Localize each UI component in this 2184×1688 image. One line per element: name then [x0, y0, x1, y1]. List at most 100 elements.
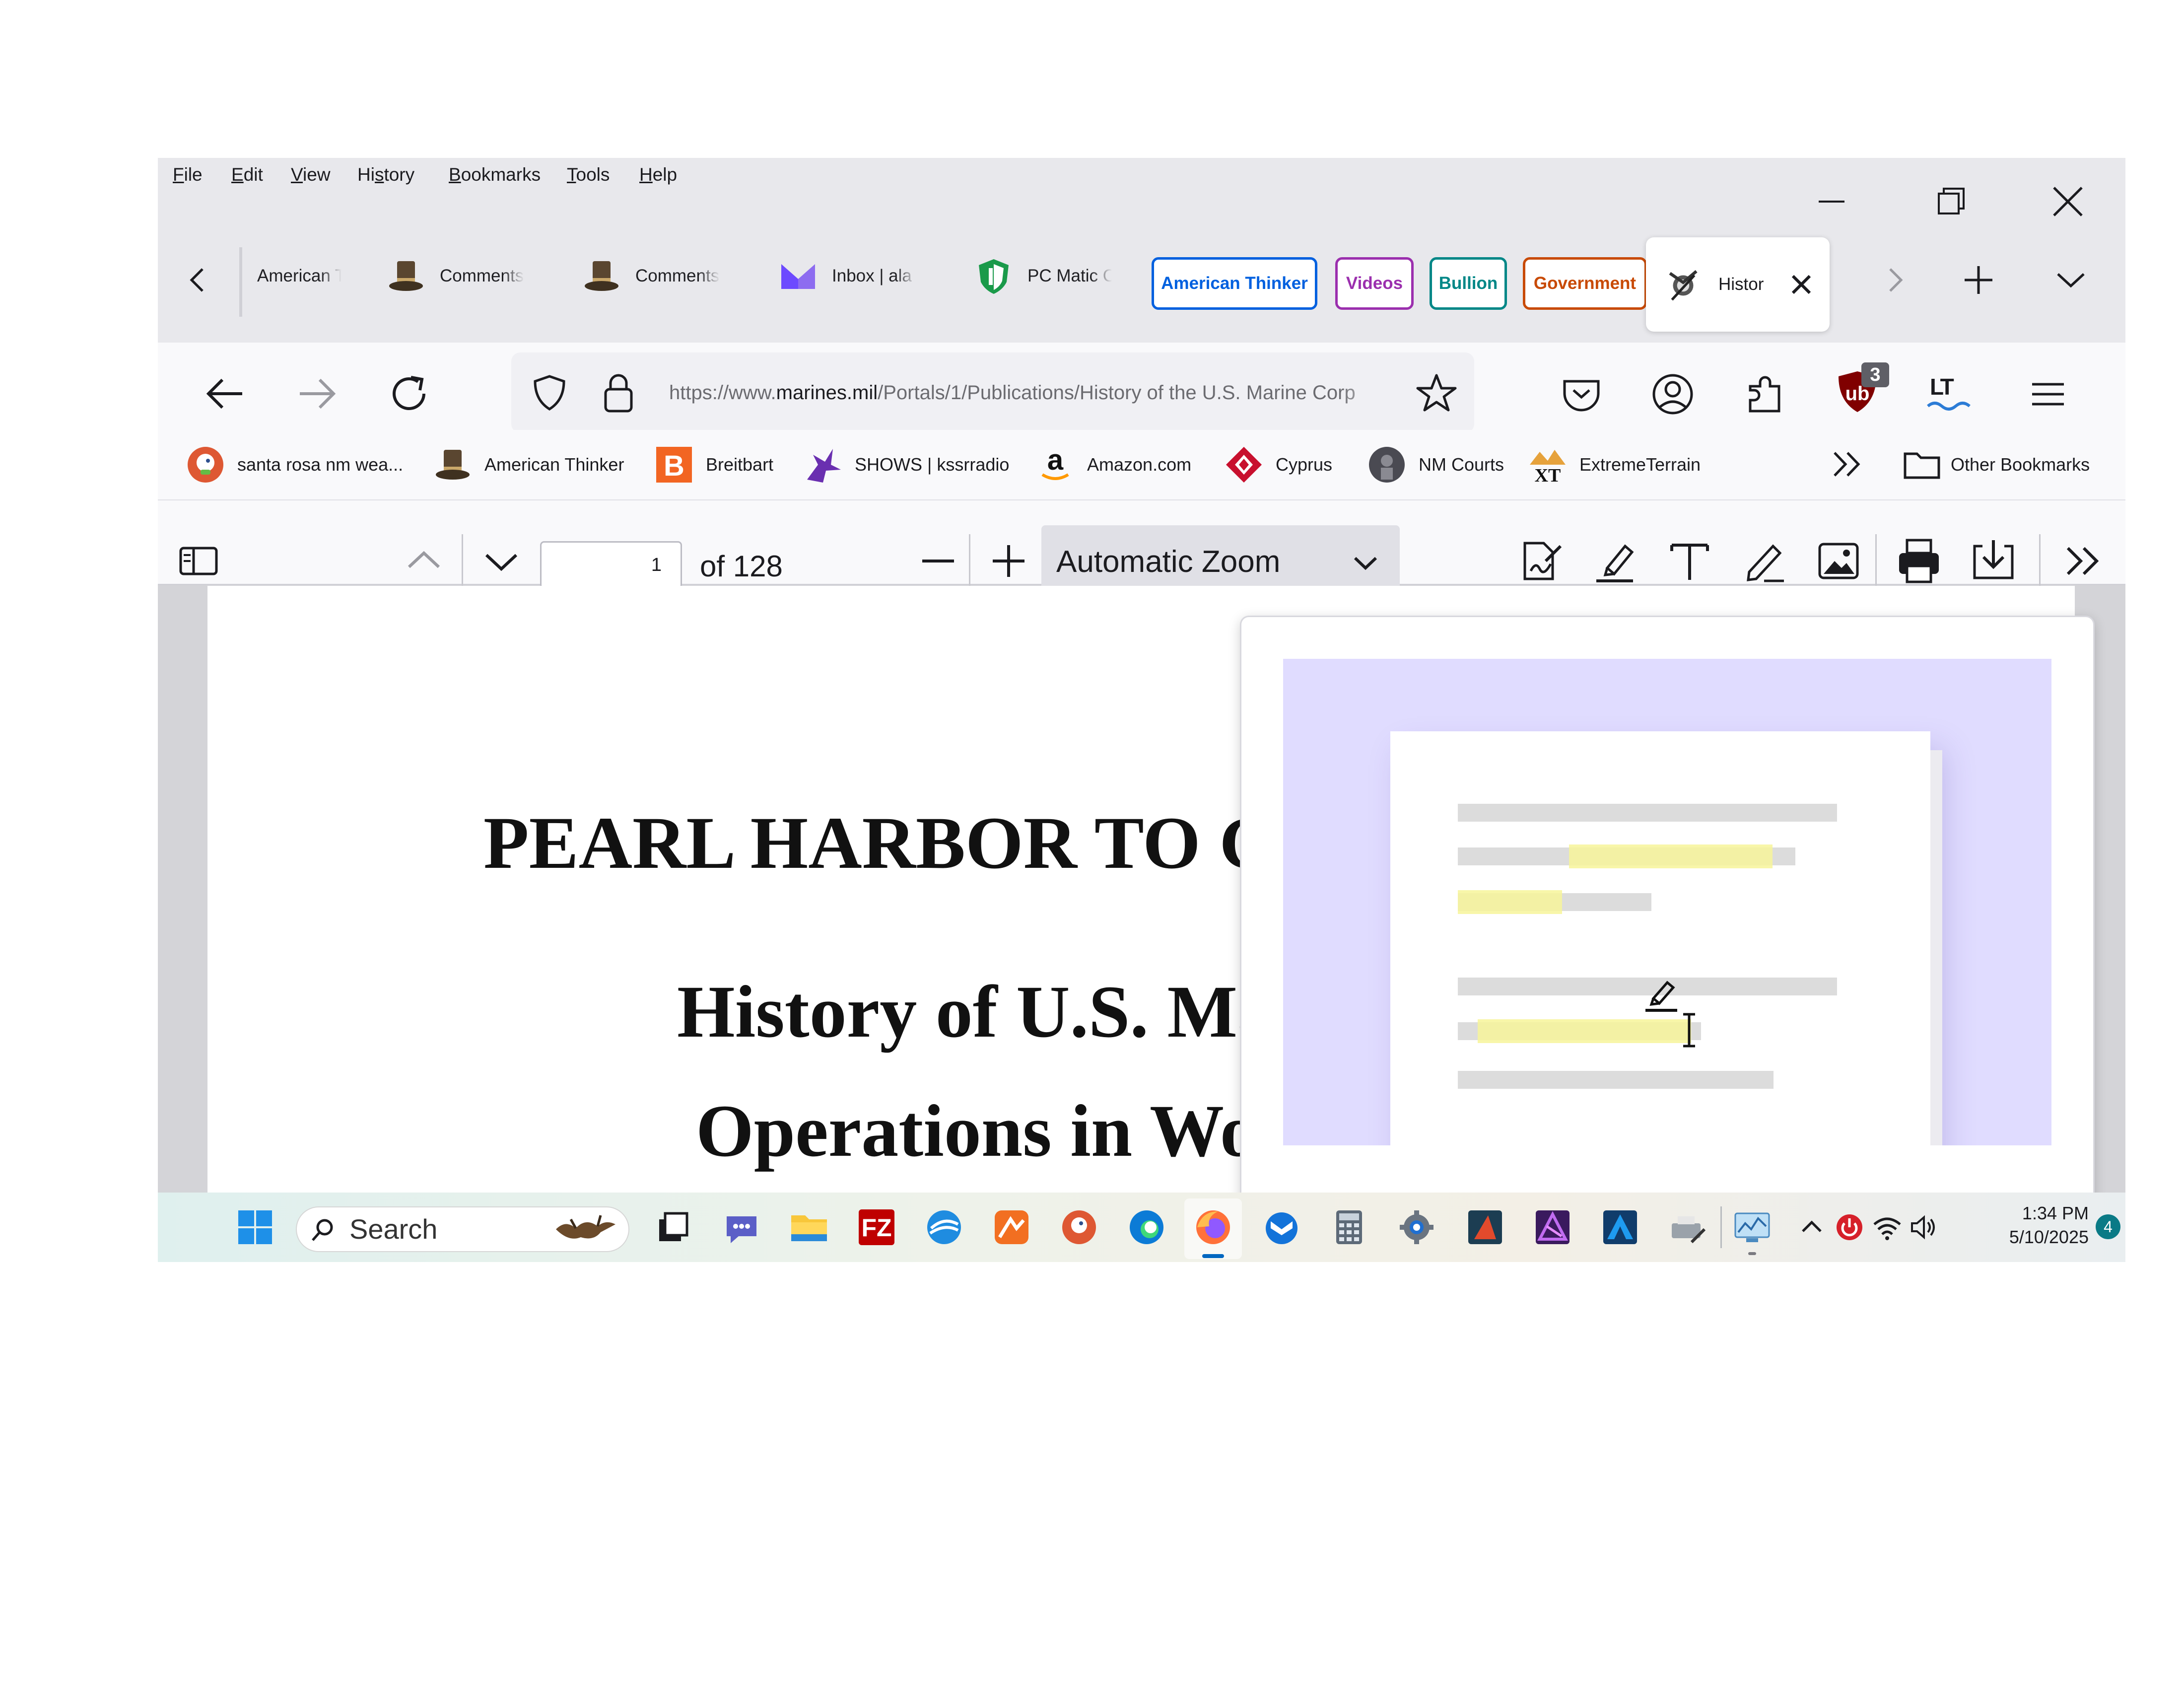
cyprus-icon [1226, 447, 1262, 483]
list-all-tabs-button[interactable] [2047, 256, 2095, 304]
bookmark-amazon[interactable]: a Amazon.com [1035, 430, 1191, 499]
illustration-text-line [1458, 1071, 1774, 1089]
bookmark-extremeterrain[interactable]: XT ExtremeTerrain [1528, 430, 1701, 499]
taskbar-printer-app[interactable] [1667, 1206, 1708, 1248]
close-tab-button[interactable] [1780, 263, 1823, 306]
lock-icon [604, 374, 633, 413]
tab-active-history[interactable]: Histor [1646, 237, 1830, 332]
menu-file[interactable]: File [173, 160, 203, 190]
tab-scroll-left-button[interactable] [178, 256, 217, 304]
add-signature-button[interactable] [1511, 531, 1570, 591]
close-window-button[interactable] [2038, 178, 2098, 225]
notification-count-badge[interactable]: 4 [2096, 1214, 2120, 1239]
tab-american-thinker[interactable]: American T [257, 252, 341, 300]
bookmark-label: NM Courts [1419, 454, 1504, 475]
app-menu-button[interactable] [2022, 368, 2074, 420]
page-number-input[interactable]: 1 [540, 541, 682, 589]
tab-group-videos[interactable]: Videos [1335, 257, 1414, 310]
show-hidden-icons-button[interactable] [1796, 1211, 1828, 1243]
zoom-out-button[interactable] [912, 535, 964, 587]
taskbar-duckduckgo[interactable] [1058, 1206, 1100, 1248]
taskbar-file-explorer[interactable] [788, 1206, 830, 1248]
taskbar-settings[interactable] [1396, 1206, 1437, 1248]
bookmark-label: ExtremeTerrain [1579, 454, 1701, 475]
bookmark-breitbart[interactable]: B Breitbart [654, 430, 773, 499]
forward-button[interactable] [290, 366, 344, 421]
taskbar-calculator[interactable] [1328, 1206, 1370, 1248]
taskbar-thunderbird[interactable] [1261, 1206, 1302, 1248]
print-button[interactable] [1889, 531, 1949, 591]
taskbar-search[interactable]: Search [296, 1206, 629, 1252]
tab-comments-1[interactable]: Comments [386, 252, 524, 300]
minimize-button[interactable] [1802, 178, 1861, 225]
taskbar-affinity-photo[interactable] [1532, 1206, 1573, 1248]
bookmark-nm-courts[interactable]: NM Courts [1367, 430, 1504, 499]
back-button[interactable] [198, 366, 252, 421]
affinity-photo-icon [1536, 1210, 1570, 1244]
task-view-button[interactable] [652, 1206, 694, 1248]
pocket-button[interactable] [1556, 368, 1607, 420]
menu-tools[interactable]: Tools [567, 160, 610, 190]
taskbar-resource-monitor[interactable] [1731, 1206, 1773, 1248]
task-view-icon [659, 1212, 688, 1241]
reload-button[interactable] [382, 366, 437, 421]
extensions-button[interactable] [1739, 368, 1791, 420]
tools-overflow-button[interactable] [2053, 531, 2113, 591]
start-button[interactable] [234, 1206, 276, 1248]
menu-edit[interactable]: Edit [231, 160, 263, 190]
draw-button[interactable] [1734, 531, 1794, 591]
hamburger-menu-icon [2032, 383, 2064, 406]
ublock-origin-button[interactable]: ub 3 [1832, 356, 1896, 421]
taskbar-app-blue-swirl[interactable] [923, 1206, 965, 1248]
url-bar[interactable]: https://www.marines.mil/Portals/1/Public… [511, 352, 1474, 433]
taskbar-chat[interactable] [721, 1206, 762, 1248]
tab-label: Histor [1718, 275, 1764, 294]
kssr-icon [807, 449, 841, 483]
bookmarks-overflow-button[interactable] [1825, 442, 1869, 487]
bookmark-santa-rosa-weather[interactable]: santa rosa nm wea... [186, 430, 403, 499]
taskbar-filezilla[interactable]: FZ [856, 1206, 897, 1248]
tab-comments-2[interactable]: Comments [582, 252, 720, 300]
chevron-right-icon [1889, 268, 1903, 292]
tray-pc-matic[interactable] [1834, 1211, 1865, 1243]
add-image-button[interactable] [1809, 531, 1868, 591]
languagetool-button[interactable]: LT [1922, 368, 1977, 420]
previous-page-button[interactable] [398, 535, 450, 587]
other-bookmarks-folder[interactable]: Other Bookmarks [1902, 430, 2090, 499]
tab-group-american-thinker[interactable]: American Thinker [1152, 257, 1317, 310]
add-text-button[interactable] [1660, 531, 1719, 591]
account-button[interactable] [1647, 368, 1699, 420]
highlight-button[interactable] [1585, 531, 1645, 591]
taskbar-edge[interactable] [1126, 1206, 1167, 1248]
tab-scroll-right-button[interactable] [1875, 256, 1915, 304]
new-tab-button[interactable] [1955, 256, 2002, 304]
restore-button[interactable] [1920, 178, 1979, 225]
save-button[interactable] [1964, 531, 2023, 591]
tray-volume[interactable] [1908, 1211, 1940, 1243]
taskbar-affinity-designer[interactable] [1599, 1206, 1641, 1248]
tab-group-bullion[interactable]: Bullion [1430, 257, 1507, 310]
tab-group-government[interactable]: Government [1523, 257, 1647, 310]
taskbar-affinity-publisher[interactable] [1464, 1206, 1506, 1248]
bookmark-label: American Thinker [484, 454, 624, 475]
menu-view[interactable]: View [291, 160, 331, 190]
toggle-sidebar-button[interactable] [173, 535, 224, 587]
bookmark-american-thinker[interactable]: American Thinker [433, 430, 624, 499]
zoom-in-button[interactable] [983, 535, 1034, 587]
tray-wifi[interactable] [1871, 1211, 1903, 1243]
taskbar-app-orange[interactable] [991, 1206, 1032, 1248]
taskbar-clock[interactable]: 1:34 PM 5/10/2025 [1970, 1201, 2089, 1249]
menu-history[interactable]: History [357, 160, 414, 190]
tab-inbox[interactable]: Inbox | ala [778, 252, 916, 300]
menu-help[interactable]: Help [639, 160, 677, 190]
url-text[interactable]: https://www.marines.mil/Portals/1/Public… [669, 352, 1384, 433]
menu-bookmarks[interactable]: Bookmarks [449, 160, 541, 190]
bookmark-kssrradio[interactable]: SHOWS | kssrradio [803, 430, 1009, 499]
next-page-button[interactable] [476, 535, 527, 587]
bookmark-star-icon[interactable] [1413, 369, 1460, 417]
usmc-emblem-icon [1669, 270, 1698, 301]
taskbar-firefox[interactable] [1192, 1206, 1234, 1248]
download-icon [1973, 540, 2014, 579]
bookmark-cyprus[interactable]: Cyprus [1224, 430, 1332, 499]
tab-pc-matic[interactable]: PC Matic C [974, 252, 1112, 300]
